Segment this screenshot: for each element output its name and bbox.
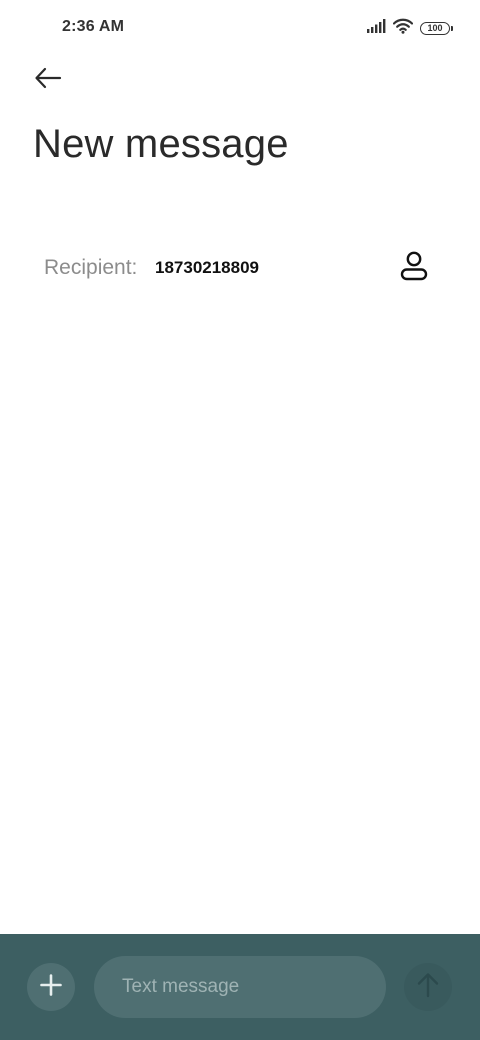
battery-level: 100 xyxy=(427,22,443,33)
status-icons: 100 xyxy=(367,18,453,39)
page-title: New message xyxy=(33,122,289,166)
compose-bar xyxy=(0,934,480,1040)
send-button[interactable] xyxy=(404,963,452,1011)
back-button[interactable] xyxy=(28,62,68,98)
recipient-label: Recipient: xyxy=(44,256,138,279)
add-attachment-button[interactable] xyxy=(27,963,75,1011)
recipient-field[interactable]: 18730218809 xyxy=(155,258,259,278)
wifi-icon xyxy=(392,18,414,39)
status-time: 2:36 AM xyxy=(62,18,125,35)
send-arrow-up-icon xyxy=(416,972,440,1003)
contact-person-icon xyxy=(400,251,428,286)
status-bar: 2:36 AM 100 xyxy=(0,0,480,56)
battery-icon: 100 xyxy=(420,21,453,35)
signal-icon xyxy=(367,18,386,38)
new-message-screen: 2:36 AM 100 New message Recipient: 18730… xyxy=(0,0,480,1040)
plus-icon xyxy=(40,973,62,1001)
contact-picker-button[interactable] xyxy=(394,250,434,286)
back-arrow-icon xyxy=(34,67,62,94)
text-message-input[interactable] xyxy=(94,956,386,1018)
recipient-row: Recipient: 18730218809 xyxy=(44,246,444,290)
battery-tip xyxy=(451,25,453,31)
